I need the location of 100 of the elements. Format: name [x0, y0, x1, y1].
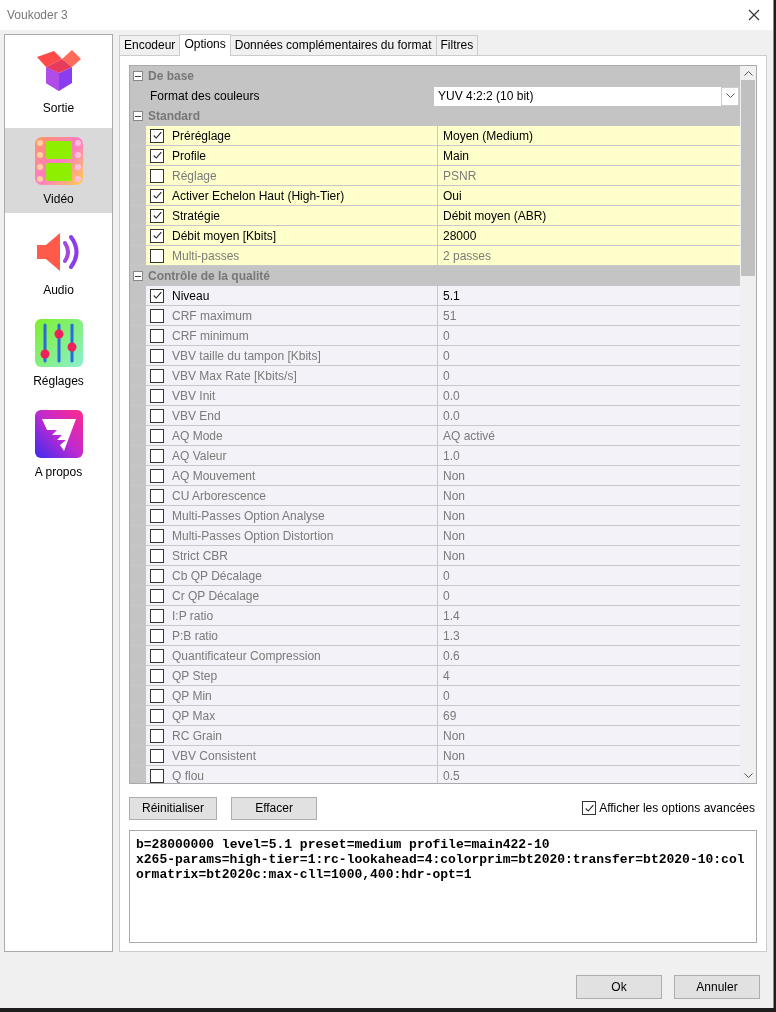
checkbox[interactable]: [150, 448, 164, 463]
property-row[interactable]: AQ Mode AQ activé: [130, 426, 740, 446]
checkbox[interactable]: [150, 568, 164, 583]
checkbox[interactable]: [150, 348, 164, 363]
checkbox[interactable]: [150, 688, 164, 703]
property-row[interactable]: CU Arborescence Non: [130, 486, 740, 506]
checkbox[interactable]: [150, 368, 164, 383]
checkbox[interactable]: [150, 228, 164, 243]
tab[interactable]: Données complémentaires du format: [229, 35, 437, 55]
property-value[interactable]: 0.6: [438, 648, 740, 663]
property-row[interactable]: RC Grain Non: [130, 726, 740, 746]
property-row[interactable]: Q flou 0.5: [130, 766, 740, 783]
checkbox[interactable]: [150, 468, 164, 483]
property-value[interactable]: Non: [438, 728, 740, 743]
property-value[interactable]: 0: [438, 688, 740, 703]
checkbox[interactable]: [150, 668, 164, 683]
property-row[interactable]: P:B ratio 1.3: [130, 626, 740, 646]
property-value[interactable]: 5.1: [438, 288, 740, 303]
property-value[interactable]: PSNR: [438, 168, 740, 183]
property-value[interactable]: Non: [438, 748, 740, 763]
property-row[interactable]: AQ Valeur 1.0: [130, 446, 740, 466]
checkbox[interactable]: [150, 248, 164, 263]
collapse-icon[interactable]: [133, 271, 143, 281]
property-value[interactable]: 0.0: [438, 388, 740, 403]
command-line-field[interactable]: b=28000000 level=5.1 preset=medium profile=main422-10 x265-params=high-tier=1:rc-lookahead=4:colorprim=bt2020:transfer=bt2020-10:colormatrix=bt2020c:max-cll=1000,400:hdr-opt=1: [129, 830, 757, 943]
property-row[interactable]: Réglage PSNR: [130, 166, 740, 186]
property-row[interactable]: Cr QP Décalage 0: [130, 586, 740, 606]
sidebar-item[interactable]: Vidéo: [5, 128, 112, 213]
checkbox[interactable]: [150, 428, 164, 443]
dialog-button[interactable]: Ok: [576, 975, 662, 999]
property-value[interactable]: Oui: [438, 188, 740, 203]
property-row[interactable]: Préréglage Moyen (Medium): [130, 126, 740, 146]
property-value[interactable]: Main: [438, 148, 740, 163]
checkbox[interactable]: [150, 388, 164, 403]
scroll-down-icon[interactable]: [743, 773, 753, 779]
property-value[interactable]: 1.0: [438, 448, 740, 463]
property-row[interactable]: VBV Consistent Non: [130, 746, 740, 766]
property-value[interactable]: 0: [438, 328, 740, 343]
property-row[interactable]: Stratégie Débit moyen (ABR): [130, 206, 740, 226]
checkbox[interactable]: [150, 628, 164, 643]
property-value[interactable]: Non: [438, 528, 740, 543]
scrollbar[interactable]: [740, 66, 756, 783]
checkbox[interactable]: [150, 208, 164, 223]
property-value[interactable]: 0: [438, 588, 740, 603]
property-value[interactable]: Moyen (Medium): [438, 128, 740, 143]
property-value[interactable]: 0: [438, 348, 740, 363]
property-row[interactable]: QP Step 4: [130, 666, 740, 686]
property-row[interactable]: VBV End 0.0: [130, 406, 740, 426]
property-row[interactable]: Quantificateur Compression 0.6: [130, 646, 740, 666]
tab[interactable]: Options: [179, 34, 231, 56]
property-row[interactable]: VBV Init 0.0: [130, 386, 740, 406]
property-value[interactable]: 1.4: [438, 608, 740, 623]
action-button[interactable]: Réinitialiser: [129, 796, 218, 820]
checkbox[interactable]: [150, 588, 164, 603]
property-row[interactable]: Format des couleurs YUV 4:2:2 (10 bit): [130, 86, 740, 106]
property-value[interactable]: Non: [438, 468, 740, 483]
property-row[interactable]: Niveau 5.1: [130, 286, 740, 306]
property-row[interactable]: QP Min 0: [130, 686, 740, 706]
close-icon[interactable]: [748, 9, 760, 21]
property-value[interactable]: Non: [438, 548, 740, 563]
property-row[interactable]: CRF maximum 51: [130, 306, 740, 326]
property-row[interactable]: Débit moyen [Kbits] 28000: [130, 226, 740, 246]
color-format-dropdown[interactable]: YUV 4:2:2 (10 bit): [434, 86, 739, 106]
property-value[interactable]: 0.0: [438, 408, 740, 423]
checkbox[interactable]: [150, 488, 164, 503]
property-row[interactable]: Multi-passes 2 passes: [130, 246, 740, 266]
property-value[interactable]: Non: [438, 488, 740, 503]
checkbox[interactable]: [150, 648, 164, 663]
checkbox[interactable]: [150, 528, 164, 543]
checkbox[interactable]: [150, 548, 164, 563]
property-value[interactable]: AQ activé: [438, 428, 740, 443]
checkbox[interactable]: [150, 508, 164, 523]
tab[interactable]: Filtres: [435, 35, 479, 55]
property-row[interactable]: Multi-Passes Option Distortion Non: [130, 526, 740, 546]
property-row[interactable]: Activer Echelon Haut (High-Tier) Oui: [130, 186, 740, 206]
checkbox[interactable]: [150, 308, 164, 323]
checkbox[interactable]: [150, 728, 164, 743]
sidebar-item[interactable]: Audio: [5, 219, 112, 304]
sidebar-item[interactable]: Réglages: [5, 310, 112, 395]
checkbox[interactable]: [150, 168, 164, 183]
property-value[interactable]: Débit moyen (ABR): [438, 208, 740, 223]
property-row[interactable]: AQ Mouvement Non: [130, 466, 740, 486]
property-value[interactable]: 4: [438, 668, 740, 683]
tab[interactable]: Encodeur: [119, 35, 181, 55]
scroll-thumb[interactable]: [741, 80, 755, 276]
property-value[interactable]: 1.3: [438, 628, 740, 643]
property-value[interactable]: 28000: [438, 228, 740, 243]
checkbox[interactable]: [582, 801, 597, 815]
dialog-button[interactable]: Annuler: [674, 975, 760, 999]
checkbox[interactable]: [150, 148, 164, 163]
checkbox[interactable]: [150, 288, 164, 303]
action-button[interactable]: Effacer: [231, 796, 318, 820]
property-value[interactable]: 0.5: [438, 768, 740, 783]
property-row[interactable]: Strict CBR Non: [130, 546, 740, 566]
property-row[interactable]: VBV taille du tampon [Kbits] 0: [130, 346, 740, 366]
property-row[interactable]: VBV Max Rate [Kbits/s] 0: [130, 366, 740, 386]
property-value[interactable]: 0: [438, 368, 740, 383]
property-value[interactable]: 2 passes: [438, 248, 740, 263]
property-row[interactable]: QP Max 69: [130, 706, 740, 726]
property-row[interactable]: Cb QP Décalage 0: [130, 566, 740, 586]
